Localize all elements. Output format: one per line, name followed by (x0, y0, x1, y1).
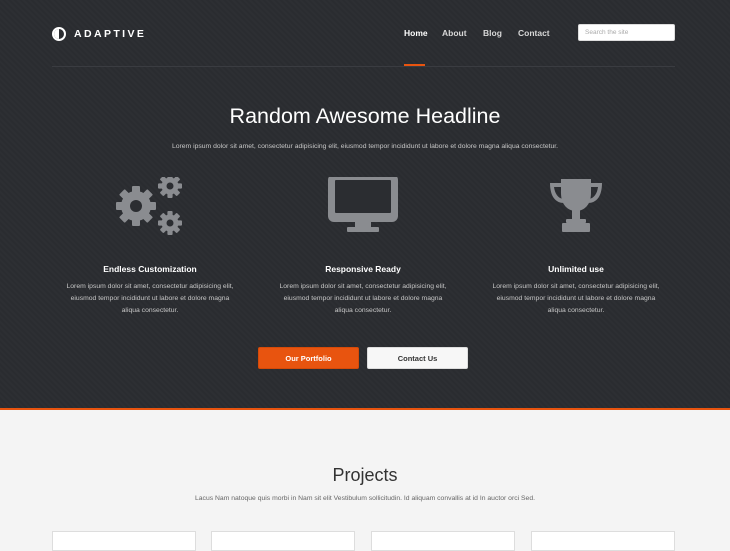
hero-lead: Lorem ipsum dolor sit amet, consectetur … (171, 143, 559, 150)
gears-icon (116, 177, 182, 235)
feature-text-line: eiusmod tempor incididunt ut labore et d… (70, 295, 230, 302)
feature-description: Lorem ipsum dolor sit amet, consectetur … (257, 281, 469, 317)
projects-subtitle: Lacus Nam natoque quis morbi in Nam sit … (194, 495, 535, 502)
feature-title: Unlimited use (548, 264, 604, 274)
project-card[interactable] (371, 531, 515, 551)
feature-description: Lorem ipsum dolor sit amet, consectetur … (44, 281, 256, 317)
feature-title: Responsive Ready (325, 264, 401, 274)
feature-unlimited: Unlimited use Lorem ipsum dolor sit amet… (470, 177, 682, 314)
projects-title: Projects (332, 465, 398, 485)
trophy-icon (550, 179, 602, 232)
nav-blog[interactable]: Blog (483, 28, 502, 38)
feature-text-line: aliqua consectetur. (334, 307, 392, 314)
our-portfolio-button[interactable]: Our Portfolio (258, 347, 359, 369)
hero-headline: Random Awesome Headline (229, 104, 501, 128)
nav-about[interactable]: About (442, 28, 467, 38)
feature-text-line: Lorem ipsum dolor sit amet, consectetur … (66, 283, 234, 290)
project-card[interactable] (52, 531, 196, 551)
contact-us-button[interactable]: Contact Us (367, 347, 468, 369)
feature-text-line: Lorem ipsum dolor sit amet, consectetur … (492, 283, 660, 290)
feature-responsive: Responsive Ready Lorem ipsum dolor sit a… (257, 177, 469, 314)
feature-text-line: Lorem ipsum dolor sit amet, consectetur … (279, 283, 447, 290)
project-card[interactable] (531, 531, 675, 551)
project-card[interactable] (211, 531, 355, 551)
feature-text-line: eiusmod tempor incididunt ut labore et d… (496, 295, 656, 302)
nav-contact[interactable]: Contact (518, 28, 550, 38)
feature-text-line: aliqua consectetur. (547, 307, 605, 314)
hero-section: ADAPTIVE Home About Blog Contact Random … (0, 0, 730, 410)
feature-text-line: aliqua consectetur. (121, 307, 179, 314)
search-input[interactable] (578, 24, 675, 41)
header-divider (52, 66, 675, 67)
feature-description: Lorem ipsum dolor sit amet, consectetur … (470, 281, 682, 317)
feature-text-line: eiusmod tempor incididunt ut labore et d… (283, 295, 443, 302)
monitor-icon (328, 177, 398, 232)
feature-customization: Endless Customization Lorem ipsum dolor … (44, 177, 256, 314)
feature-title: Endless Customization (103, 264, 197, 274)
nav-home[interactable]: Home (404, 28, 428, 38)
